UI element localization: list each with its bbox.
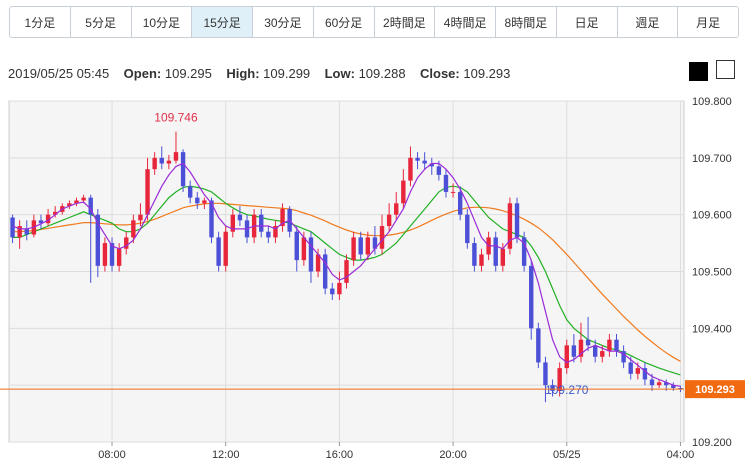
candle-body bbox=[401, 180, 406, 204]
candle-body bbox=[81, 197, 86, 201]
y-tick-label: 109.200 bbox=[692, 437, 732, 449]
candle-body bbox=[543, 362, 548, 386]
candle-body bbox=[529, 265, 534, 329]
candle-body bbox=[479, 254, 484, 266]
candle-body bbox=[223, 231, 228, 266]
candle-body bbox=[180, 152, 186, 187]
candle-body bbox=[472, 243, 477, 266]
candle-body bbox=[266, 231, 271, 238]
candle-body bbox=[322, 254, 328, 289]
x-tick-label: 20:00 bbox=[439, 449, 467, 461]
y-tick-label: 109.700 bbox=[692, 153, 732, 165]
candle-body bbox=[308, 237, 314, 272]
candle-body bbox=[422, 160, 427, 164]
candle-body bbox=[24, 228, 29, 235]
y-tick-label: 109.800 bbox=[692, 96, 732, 108]
candle-body bbox=[600, 351, 605, 357]
candle-body bbox=[585, 339, 591, 346]
candle-body bbox=[592, 345, 598, 357]
candle-body bbox=[628, 362, 633, 374]
candle-body bbox=[187, 186, 193, 198]
candle-body bbox=[294, 231, 299, 261]
candle-body bbox=[138, 214, 143, 221]
candle-body bbox=[10, 217, 15, 238]
candle-body bbox=[330, 288, 335, 295]
candle-body bbox=[394, 203, 399, 215]
y-tick-label: 109.500 bbox=[692, 267, 732, 279]
candle-body bbox=[656, 382, 662, 386]
candle-body bbox=[500, 248, 506, 266]
candle-body bbox=[237, 214, 243, 221]
candle-body bbox=[259, 214, 264, 232]
candle-body bbox=[436, 166, 442, 175]
x-tick-label: 05/25 bbox=[553, 449, 581, 461]
candle-body bbox=[216, 237, 221, 266]
candle-body bbox=[173, 152, 179, 161]
x-tick-label: 04:00 bbox=[667, 449, 695, 461]
candle-body bbox=[152, 157, 157, 170]
candle-body bbox=[166, 160, 172, 164]
x-tick-label: 16:00 bbox=[326, 449, 354, 461]
candle-body bbox=[443, 174, 449, 192]
candle-body bbox=[450, 191, 456, 193]
high-annotation: 109.746 bbox=[154, 111, 198, 125]
candle-body bbox=[564, 345, 569, 369]
y-tick-label: 109.400 bbox=[692, 323, 732, 335]
candle-body bbox=[131, 220, 136, 238]
candle-body bbox=[337, 282, 342, 295]
x-tick-label: 12:00 bbox=[212, 449, 240, 461]
candle-body bbox=[344, 260, 349, 283]
candle-body bbox=[351, 237, 356, 261]
candle-body bbox=[358, 237, 363, 255]
candle-body bbox=[514, 203, 520, 238]
low-annotation: 109.270 bbox=[545, 383, 589, 397]
candle-body bbox=[607, 339, 612, 352]
candle-body bbox=[571, 345, 577, 357]
candle-body bbox=[102, 243, 108, 266]
candle-body bbox=[159, 157, 164, 164]
candle-body bbox=[415, 157, 420, 161]
candle-body bbox=[202, 200, 207, 204]
candle-body bbox=[408, 157, 413, 181]
candle-body bbox=[465, 214, 470, 244]
candle-body bbox=[457, 191, 463, 215]
candle-body bbox=[614, 339, 619, 352]
candle-body bbox=[649, 379, 655, 386]
candle-body bbox=[301, 237, 307, 261]
candle-body bbox=[116, 248, 122, 266]
candlestick-chart: 109.800109.700109.600109.500109.400109.3… bbox=[0, 96, 745, 461]
candle-body bbox=[635, 368, 641, 374]
candle-body bbox=[195, 197, 200, 204]
x-tick-label: 08:00 bbox=[98, 449, 126, 461]
candle-body bbox=[365, 237, 371, 255]
last-price-label: 109.293 bbox=[695, 384, 735, 396]
candle-body bbox=[536, 328, 541, 363]
candle-body bbox=[145, 169, 150, 215]
candle-body bbox=[386, 214, 392, 227]
y-tick-label: 109.600 bbox=[692, 210, 732, 222]
candle-body bbox=[493, 237, 498, 266]
